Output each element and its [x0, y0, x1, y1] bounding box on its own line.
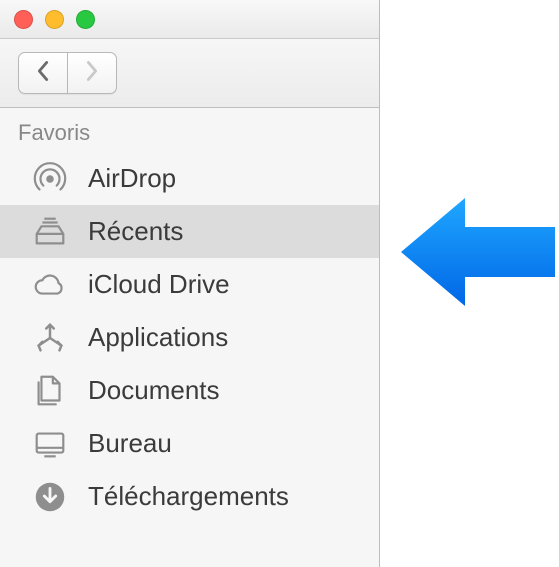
- recents-icon: [30, 212, 70, 252]
- sidebar-item-label: Téléchargements: [88, 481, 289, 512]
- sidebar-item-applications[interactable]: Applications: [0, 311, 379, 364]
- sidebar-item-label: Bureau: [88, 428, 172, 459]
- sidebar-item-airdrop[interactable]: AirDrop: [0, 152, 379, 205]
- cloud-icon: [30, 265, 70, 305]
- callout-arrow-icon: [395, 192, 555, 317]
- finder-window: Favoris AirDrop Récents: [0, 0, 380, 567]
- sidebar-item-recents[interactable]: Récents: [0, 205, 379, 258]
- sidebar: Favoris AirDrop Récents: [0, 108, 379, 567]
- back-button[interactable]: [18, 52, 68, 94]
- airdrop-icon: [30, 159, 70, 199]
- nav-button-group: [18, 52, 117, 94]
- documents-icon: [30, 371, 70, 411]
- downloads-icon: [30, 477, 70, 517]
- sidebar-item-label: AirDrop: [88, 163, 176, 194]
- sidebar-item-label: Applications: [88, 322, 228, 353]
- forward-button[interactable]: [67, 52, 117, 94]
- applications-icon: [30, 318, 70, 358]
- zoom-window-button[interactable]: [76, 10, 95, 29]
- chevron-left-icon: [34, 60, 52, 87]
- sidebar-section-title: Favoris: [0, 114, 379, 152]
- sidebar-item-label: iCloud Drive: [88, 269, 230, 300]
- close-window-button[interactable]: [14, 10, 33, 29]
- sidebar-item-label: Documents: [88, 375, 220, 406]
- chevron-right-icon: [83, 60, 101, 87]
- minimize-window-button[interactable]: [45, 10, 64, 29]
- sidebar-item-documents[interactable]: Documents: [0, 364, 379, 417]
- toolbar: [0, 39, 379, 108]
- sidebar-item-label: Récents: [88, 216, 183, 247]
- titlebar: [0, 0, 379, 39]
- sidebar-item-downloads[interactable]: Téléchargements: [0, 470, 379, 523]
- sidebar-item-desktop[interactable]: Bureau: [0, 417, 379, 470]
- desktop-icon: [30, 424, 70, 464]
- sidebar-item-icloud[interactable]: iCloud Drive: [0, 258, 379, 311]
